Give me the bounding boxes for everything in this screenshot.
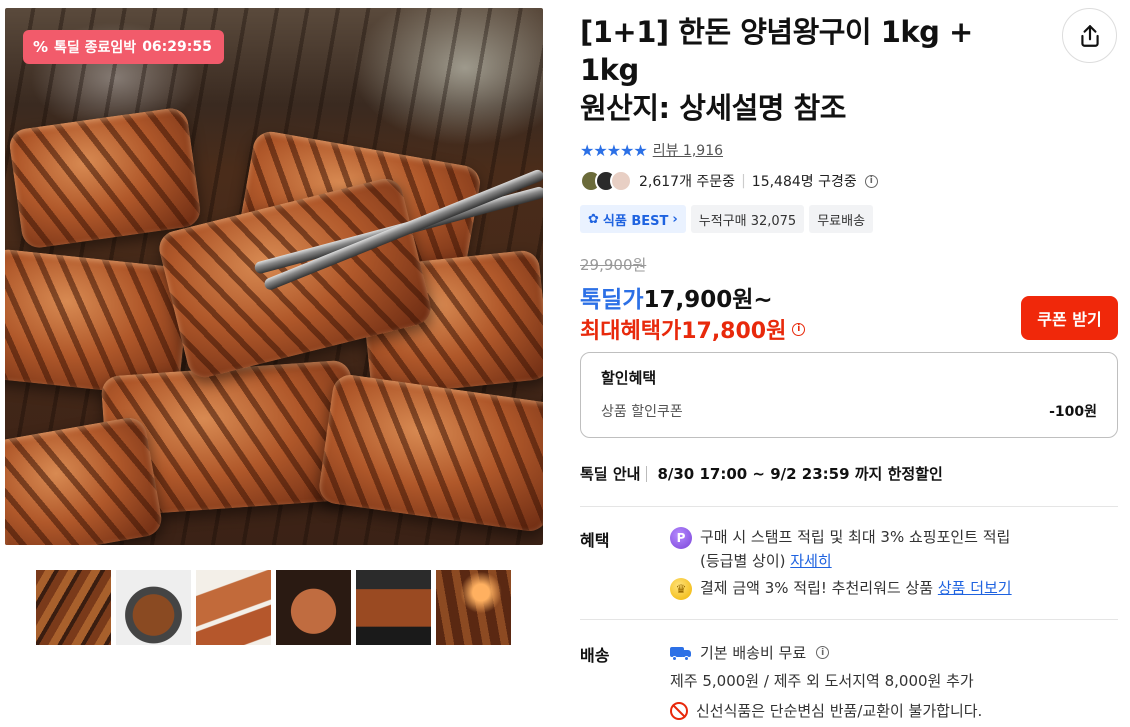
max-benefit-value: 17,800원	[681, 319, 787, 344]
tag-food-best[interactable]: ✿ 식품 BEST ›	[580, 205, 686, 233]
badge-icon: ✿	[588, 211, 599, 227]
meat-piece	[7, 106, 203, 250]
product-title-line3: 원산지: 상세설명 참조	[580, 91, 846, 125]
review-count-link[interactable]: 리뷰 1,916	[653, 140, 723, 160]
thumbnail-2[interactable]	[116, 570, 191, 645]
product-title-line1: [1+1] 한돈 양념왕구이 1kg +	[580, 15, 973, 49]
info-icon[interactable]: i	[864, 174, 878, 188]
prohibited-icon	[670, 701, 688, 720]
reward-coin-icon: ♛	[670, 578, 692, 600]
thumbnail-5[interactable]	[356, 570, 431, 645]
deal-info-text: 8/30 17:00 ~ 9/2 23:59 까지 한정할인	[657, 465, 943, 483]
shipping-extra-text: 제주 5,000원 / 제주 외 도서지역 8,000원 추가	[670, 672, 974, 690]
share-icon	[1080, 24, 1099, 47]
point-coin-icon: P	[670, 527, 692, 549]
tag-label: 누적구매 32,075	[698, 213, 797, 229]
info-icon[interactable]: i	[792, 322, 806, 336]
discount-heading: 할인혜택	[601, 369, 657, 387]
more-products-link[interactable]: 상품 더보기	[938, 579, 1012, 597]
benefit-reward-row: ♛ 결제 금액 3% 적립! 추천리워드 상품 상품 더보기	[670, 576, 1012, 600]
thumbnail-strip	[36, 570, 511, 645]
benefit-stamp-note: (등급별 상이)	[700, 552, 786, 570]
benefit-stamp-row: P 구매 시 스탬프 적립 및 최대 3% 쇼핑포인트 적립 (등급별 상이) …	[670, 525, 1010, 573]
divider: |	[741, 173, 746, 189]
max-benefit-label: 최대혜택가	[580, 319, 682, 344]
max-benefit-price: 최대혜택가17,800원 i	[580, 313, 806, 345]
deal-ending-label: 톡딜 종료임박	[54, 40, 137, 56]
original-price: 29,900원	[580, 256, 647, 274]
tag-label: 무료배송	[817, 213, 866, 229]
shipping-label: 배송	[580, 646, 610, 665]
benefit-details-link[interactable]: 자세히	[790, 552, 831, 570]
no-return-text: 신선식품은 단순변심 반품/교환이 불가합니다.	[696, 702, 983, 720]
product-title: [1+1] 한돈 양념왕구이 1kg + 1kg 원산지: 상세설명 참조	[580, 13, 1010, 127]
divider	[646, 465, 648, 482]
star-rating-icon: ★★★★★	[580, 140, 648, 160]
shipping-extra-row: 제주 5,000원 / 제주 외 도서지역 8,000원 추가	[670, 670, 974, 691]
rating-row: ★★★★★ 리뷰 1,916	[580, 140, 723, 160]
meat-piece	[5, 415, 165, 545]
deal-info-row: 톡딜 안내 8/30 17:00 ~ 9/2 23:59 까지 한정할인	[580, 463, 943, 484]
product-main-image[interactable]: % 톡딜 종료임박 06:29:55	[5, 8, 543, 545]
benefit-reward-text: 결제 금액 3% 적립! 추천리워드 상품	[700, 579, 934, 597]
benefits-label: 혜택	[580, 531, 610, 550]
discount-row: 상품 할인쿠폰 -100원	[601, 401, 1097, 421]
order-count: 2,617개 주문중	[639, 174, 736, 190]
info-icon[interactable]: i	[816, 646, 830, 659]
shipping-fee-text: 기본 배송비 무료	[700, 644, 807, 662]
tag-list: ✿ 식품 BEST › 누적구매 32,075 무료배송	[580, 205, 874, 233]
product-title-line2: 1kg	[580, 53, 639, 87]
discount-item-amount: -100원	[1049, 404, 1097, 420]
thumbnail-3[interactable]	[196, 570, 271, 645]
viewer-count: 15,484명 구경중	[751, 174, 857, 190]
tag-label: 식품 BEST	[602, 213, 669, 229]
share-button[interactable]	[1062, 8, 1117, 63]
tag-free-shipping: 무료배송	[809, 205, 874, 233]
social-proof-row: 2,617개 주문중 | 15,484명 구경중 i	[580, 170, 878, 192]
thumbnail-4[interactable]	[276, 570, 351, 645]
tag-cumulative-purchase: 누적구매 32,075	[690, 205, 805, 233]
thumbnail-1[interactable]	[36, 570, 111, 645]
deal-price: 톡딜가17,900원~	[580, 280, 773, 314]
section-divider	[580, 619, 1118, 620]
deal-info-label: 톡딜 안내	[580, 465, 641, 483]
deal-price-label: 톡딜가	[580, 287, 644, 313]
discount-benefit-box: 할인혜택 상품 할인쿠폰 -100원	[580, 352, 1118, 438]
avatar	[610, 170, 632, 192]
deal-countdown-timer: 06:29:55	[142, 39, 212, 55]
thumbnail-6[interactable]	[436, 570, 511, 645]
truck-icon	[670, 645, 692, 661]
section-divider	[580, 506, 1118, 507]
benefit-stamp-text: 구매 시 스탬프 적립 및 최대 3% 쇼핑포인트 적립	[700, 528, 1011, 546]
deal-ending-badge: % 톡딜 종료임박 06:29:55	[23, 30, 224, 64]
percent-icon: %	[33, 38, 49, 56]
shipping-fee-row: 기본 배송비 무료 i	[670, 642, 830, 663]
buyer-avatars	[580, 170, 632, 192]
chevron-right-icon: ›	[672, 211, 678, 227]
discount-item-label: 상품 할인쿠폰	[601, 404, 683, 420]
get-coupon-button[interactable]: 쿠폰 받기	[1021, 296, 1118, 340]
no-return-row: 신선식품은 단순변심 반품/교환이 불가합니다.	[670, 700, 982, 721]
deal-price-value: 17,900원~	[643, 287, 773, 313]
